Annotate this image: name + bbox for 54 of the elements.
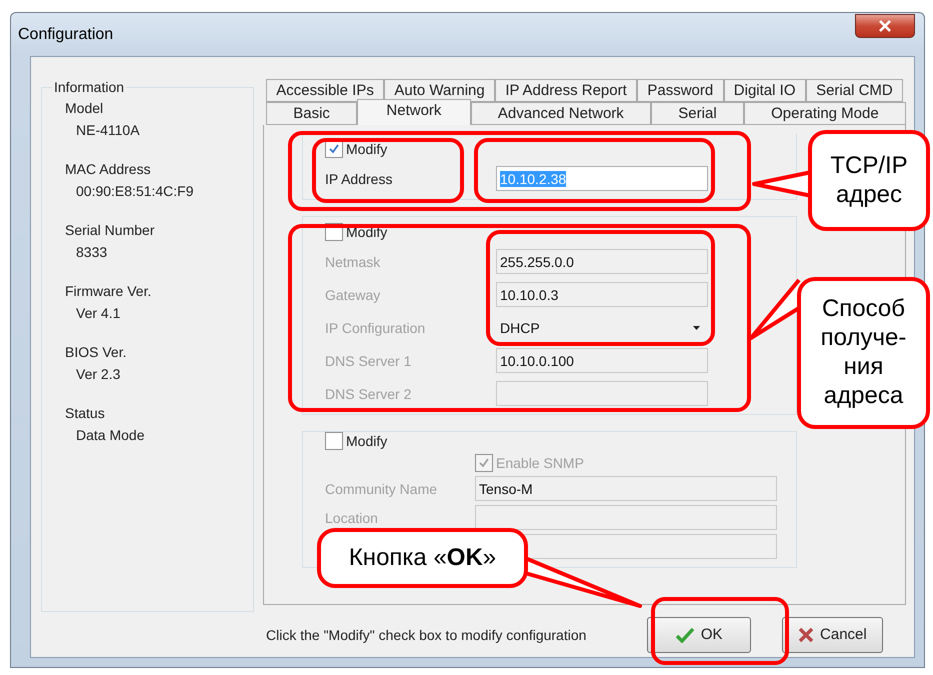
field-label: Netmask — [325, 254, 382, 270]
field-label: IP Address — [325, 170, 394, 186]
checkbox-label: Enable SNMP — [496, 455, 584, 471]
field-label: DNS Server 2 — [325, 386, 412, 402]
info-label: Firmware Ver. — [65, 283, 152, 299]
modify-checkbox[interactable]: Modify — [325, 140, 796, 158]
info-label: Serial Number — [65, 222, 156, 238]
info-value: NE-4110A — [76, 122, 141, 138]
checkbox-label: Modify — [346, 141, 388, 157]
info-label: MAC Address — [65, 161, 152, 177]
field-label: Community Name — [325, 480, 438, 496]
tab[interactable]: IP Address Report — [495, 79, 638, 102]
group-title: Information — [52, 79, 126, 95]
tab[interactable]: Digital IO — [724, 79, 806, 102]
checkbox-label: Modify — [346, 224, 388, 240]
tab[interactable]: Advanced Network — [470, 102, 652, 125]
checkmark-icon — [674, 626, 695, 642]
info-label: Model — [65, 100, 104, 116]
close-button[interactable] — [855, 14, 915, 38]
field-label: Gateway — [325, 286, 382, 302]
tab[interactable]: Serial CMD — [806, 79, 904, 102]
callout-bubble: Способ получе-ния адреса — [797, 277, 930, 429]
info-value: Ver 2.3 — [76, 366, 122, 382]
info-label: Status — [65, 405, 106, 421]
tab[interactable]: Accessible IPs — [266, 79, 384, 102]
tab[interactable]: Password — [637, 79, 724, 102]
tab[interactable]: Network — [357, 99, 471, 125]
modify-checkbox[interactable]: Modify — [325, 223, 796, 241]
tab[interactable]: Basic — [266, 102, 358, 125]
hint-text: Click the "Modify" check box to modify configuration — [266, 626, 588, 642]
checkbox-label: Modify — [346, 433, 388, 449]
tab[interactable]: Operating Mode — [744, 102, 906, 125]
ok-button[interactable]: OK — [646, 616, 751, 652]
cancel-button[interactable]: Cancel — [782, 616, 883, 652]
info-value: Data Mode — [76, 427, 146, 443]
field-label: Location — [325, 510, 379, 526]
dropdown-caret-icon — [693, 326, 700, 330]
info-value: 8333 — [76, 244, 108, 260]
cross-icon — [798, 626, 814, 642]
tab[interactable]: Serial — [651, 102, 744, 125]
callout-pointer — [749, 278, 801, 340]
checkmark-icon — [328, 143, 340, 155]
checkbox[interactable] — [325, 432, 343, 450]
window-title: Configuration — [18, 26, 114, 44]
info-value: Ver 4.1 — [76, 305, 122, 321]
field-label: IP Configuration — [325, 320, 426, 336]
callout-bubble: TCP/IP адрес — [808, 130, 930, 231]
info-value: 00:90:E8:51:4C:F9 — [76, 183, 195, 199]
tab[interactable]: Auto Warning — [384, 79, 496, 102]
close-icon — [878, 20, 892, 32]
field-label: DNS Server 1 — [325, 352, 412, 368]
info-label: BIOS Ver. — [65, 344, 128, 360]
checkmark-icon — [478, 457, 490, 469]
modify-checkbox[interactable]: Modify — [325, 432, 796, 450]
